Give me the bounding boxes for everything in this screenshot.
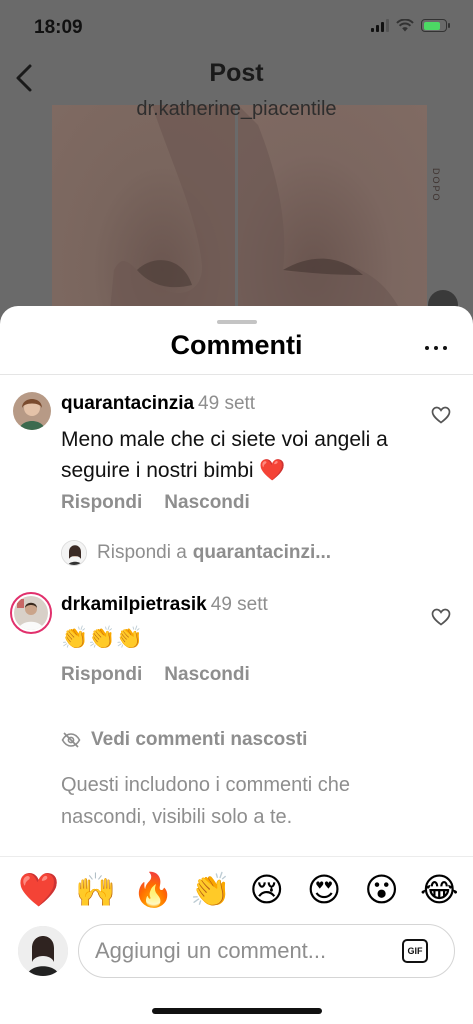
- battery-icon: [421, 19, 450, 32]
- reply-button[interactable]: Rispondi: [61, 664, 142, 686]
- status-icons: [371, 19, 450, 32]
- comment-username[interactable]: drkamilpietrasik: [61, 594, 207, 615]
- emoji-quick-bar: ❤️ 🙌 🔥 👏 😢 😍 😮 😂: [18, 871, 459, 909]
- signal-icon: [371, 19, 389, 32]
- emoji-heart-eyes[interactable]: 😍: [305, 871, 343, 909]
- emoji-raised-hands[interactable]: 🙌: [75, 871, 116, 909]
- emoji-crying[interactable]: 😢: [248, 871, 286, 909]
- comment-text: 👏👏👏: [61, 625, 144, 650]
- reply-to-prefix: Rispondi a: [97, 542, 187, 563]
- page-title: Post: [209, 59, 264, 87]
- status-bar: 18:09: [0, 0, 473, 52]
- emoji-fire[interactable]: 🔥: [133, 871, 174, 909]
- eye-off-icon: [61, 732, 81, 748]
- emoji-surprised[interactable]: 😮: [363, 871, 401, 909]
- hide-button[interactable]: Nascondi: [164, 664, 250, 686]
- emoji-laughing[interactable]: 😂: [420, 871, 459, 909]
- like-heart-icon[interactable]: [431, 608, 451, 626]
- post-author-username[interactable]: dr.katherine_piacentile: [0, 98, 473, 121]
- home-indicator: [152, 1008, 322, 1014]
- divider: [0, 856, 473, 857]
- divider: [0, 374, 473, 375]
- like-heart-icon[interactable]: [431, 406, 451, 424]
- status-time: 18:09: [34, 17, 83, 38]
- comment-time: 49 sett: [210, 594, 268, 615]
- photo-tag: DOPO: [431, 168, 441, 203]
- emoji-heart[interactable]: ❤️: [18, 871, 59, 909]
- reply-to-target: quarantacinzi...: [192, 542, 332, 563]
- post-background: 18:09 Post dr.katherine_piacentile DOPO: [0, 0, 473, 340]
- post-photo-after: [238, 105, 427, 340]
- comment-text: Meno male che ci siete voi angeli a segu…: [61, 428, 388, 482]
- hidden-comments-label: Vedi commenti nascosti: [91, 729, 308, 750]
- sheet-title: Commenti: [170, 330, 303, 360]
- avatar[interactable]: [10, 592, 52, 634]
- emoji-clap[interactable]: 👏: [190, 871, 231, 909]
- more-options-icon[interactable]: [425, 344, 447, 352]
- hidden-comments-note: Questi includono i commenti che nascondi…: [61, 774, 351, 828]
- avatar: [61, 540, 87, 566]
- wifi-icon: [396, 19, 414, 32]
- comment-actions: Rispondi Nascondi: [61, 492, 250, 514]
- comment-actions: Rispondi Nascondi: [61, 664, 250, 686]
- reply-button[interactable]: Rispondi: [61, 492, 142, 514]
- drag-handle[interactable]: [217, 320, 257, 324]
- hide-button[interactable]: Nascondi: [164, 492, 250, 514]
- comment-composer: Aggiungi un comment... GIF: [0, 924, 473, 984]
- view-hidden-comments-link[interactable]: Vedi commenti nascosti: [61, 729, 307, 751]
- avatar[interactable]: [13, 392, 51, 430]
- comment-header: quarantacinzia 49 sett: [61, 393, 255, 415]
- reply-to-prompt[interactable]: Rispondi a quarantacinzi...: [61, 540, 331, 566]
- comment-username[interactable]: quarantacinzia: [61, 393, 194, 414]
- comment-input[interactable]: Aggiungi un comment... GIF: [78, 924, 455, 978]
- post-photo-before: [52, 105, 235, 340]
- avatar: [18, 926, 68, 976]
- comment-header: drkamilpietrasik 49 sett: [61, 594, 268, 616]
- comment-input-placeholder: Aggiungi un comment...: [95, 938, 327, 963]
- comment-time: 49 sett: [198, 393, 256, 414]
- gif-button[interactable]: GIF: [402, 939, 428, 963]
- comments-sheet: Commenti quarantacinzia 49 sett Meno male…: [0, 306, 473, 1024]
